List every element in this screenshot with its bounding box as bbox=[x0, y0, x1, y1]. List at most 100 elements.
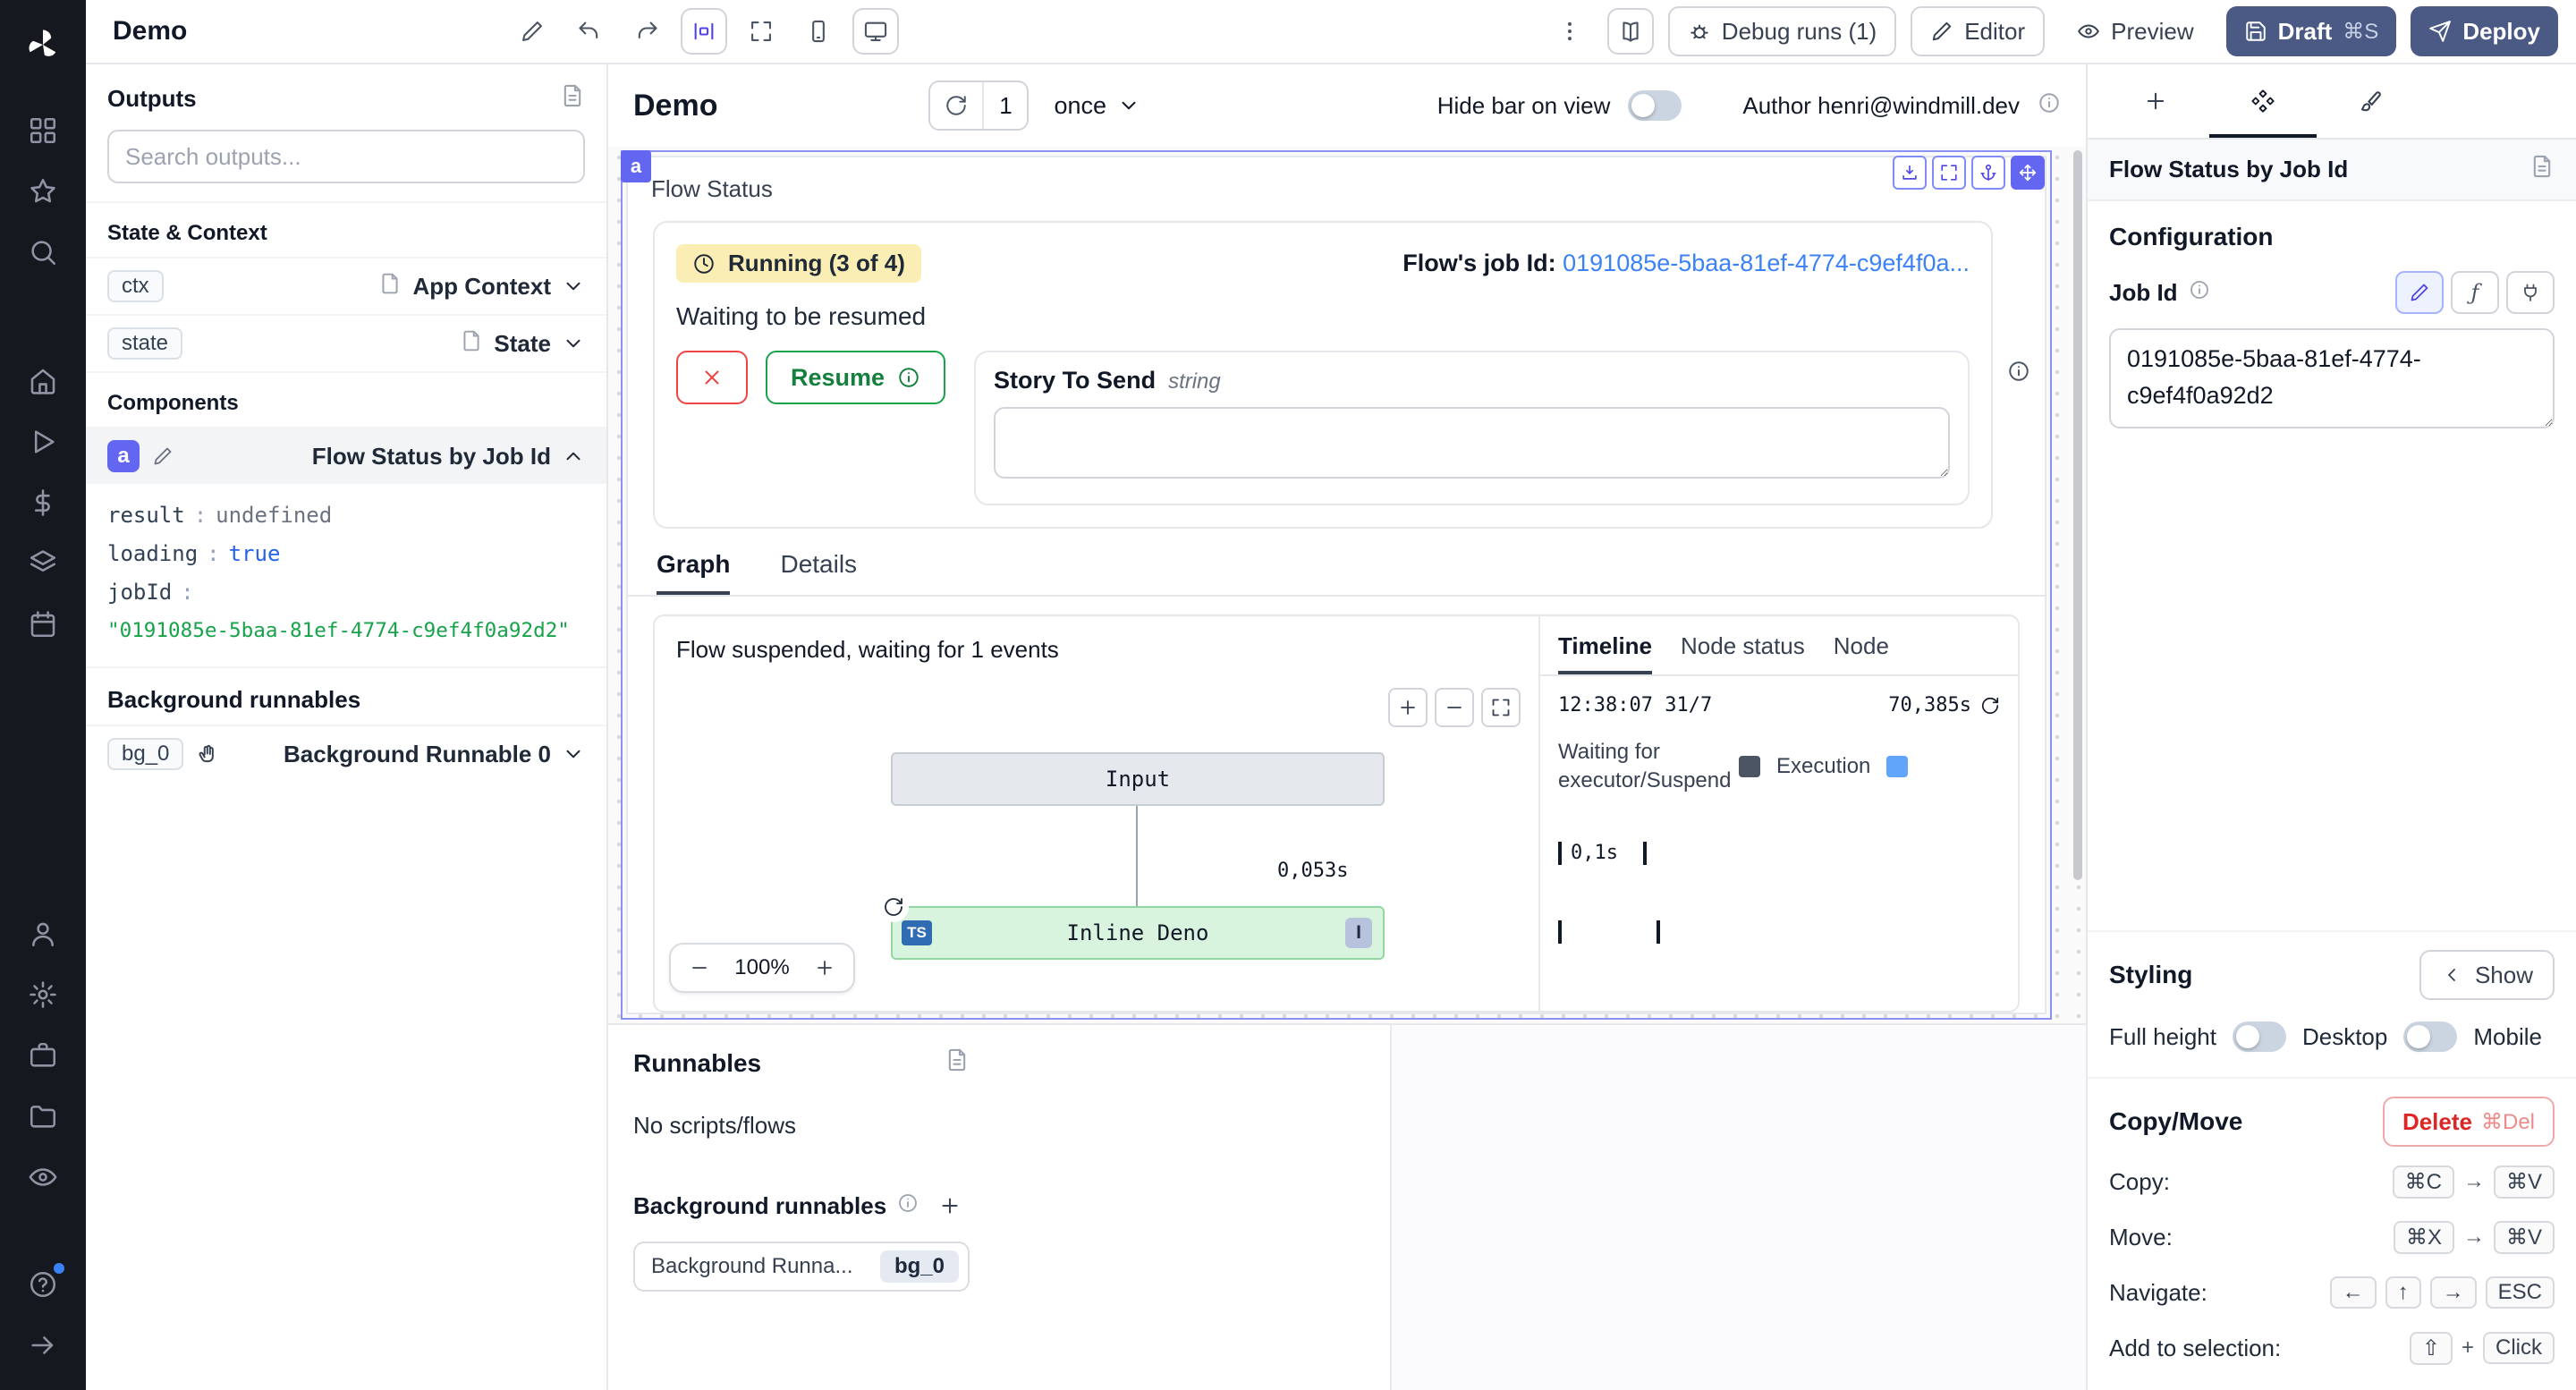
debug-runs-button[interactable]: Debug runs (1) bbox=[1668, 6, 1896, 56]
component-move-handle[interactable] bbox=[2011, 156, 2045, 190]
component-outline-toggle[interactable] bbox=[681, 8, 727, 55]
bg-runnables-info-icon[interactable] bbox=[897, 1192, 919, 1220]
rail-item-account[interactable] bbox=[13, 903, 73, 964]
editor-label: Editor bbox=[1964, 18, 2025, 46]
canvas-body[interactable]: a Flow Status bbox=[608, 147, 2086, 1023]
refresh-icon[interactable] bbox=[1980, 696, 2000, 716]
x-icon bbox=[700, 366, 724, 389]
full-height-toggle[interactable] bbox=[2233, 1021, 2286, 1052]
component-download-button[interactable] bbox=[1893, 156, 1927, 190]
tab-details[interactable]: Details bbox=[780, 550, 857, 595]
pencil-icon[interactable] bbox=[152, 445, 174, 467]
desktop-mobile-toggle[interactable] bbox=[2403, 1021, 2457, 1052]
interval-select[interactable]: once bbox=[1054, 92, 1140, 120]
rail-item-schedules[interactable] bbox=[13, 594, 73, 655]
component-outline-icon bbox=[691, 19, 716, 44]
chevron-up-icon[interactable] bbox=[562, 445, 585, 468]
tab-insert-component[interactable] bbox=[2102, 64, 2209, 138]
rail-item-runs[interactable] bbox=[13, 411, 73, 472]
redo-icon bbox=[634, 19, 659, 44]
rail-item-expand-sidebar[interactable] bbox=[13, 1315, 73, 1376]
static-input-mode-button[interactable] bbox=[2395, 271, 2444, 314]
windmill-logo[interactable] bbox=[13, 14, 73, 75]
fullscreen-button[interactable] bbox=[738, 8, 784, 55]
rail-item-folders[interactable] bbox=[13, 1086, 73, 1147]
selected-component-a[interactable]: a Flow Status bbox=[621, 150, 2052, 1020]
bg0-badge: bg_0 bbox=[107, 738, 183, 770]
logs-icon[interactable] bbox=[2529, 154, 2555, 185]
graph-zoom-in-button[interactable] bbox=[1388, 688, 1428, 727]
chevron-down-icon[interactable] bbox=[562, 275, 585, 298]
zoom-out-button[interactable] bbox=[674, 945, 724, 991]
deploy-button[interactable]: Deploy bbox=[2411, 6, 2558, 56]
story-input[interactable] bbox=[994, 407, 1950, 479]
redo-button[interactable] bbox=[623, 8, 670, 55]
eval-input-mode-button[interactable]: ƒ bbox=[2451, 271, 2499, 314]
deploy-label: Deploy bbox=[2462, 18, 2540, 46]
grid-icon bbox=[28, 115, 58, 146]
component-anchor-button[interactable] bbox=[1971, 156, 2005, 190]
editor-tab-button[interactable]: Editor bbox=[1911, 6, 2045, 56]
component-a-row[interactable]: a Flow Status by Job Id bbox=[86, 427, 606, 484]
rail-item-audit[interactable] bbox=[13, 1147, 73, 1208]
component-expand-button[interactable] bbox=[1932, 156, 1966, 190]
tab-timeline[interactable]: Timeline bbox=[1558, 632, 1652, 674]
tab-node-status[interactable]: Node status bbox=[1681, 632, 1805, 674]
tab-graph[interactable]: Graph bbox=[657, 550, 730, 595]
chevron-down-icon[interactable] bbox=[562, 742, 585, 766]
rail-item-apps[interactable] bbox=[13, 100, 73, 161]
chevron-down-icon[interactable] bbox=[562, 332, 585, 355]
smartphone-icon bbox=[806, 19, 831, 44]
delete-component-button[interactable]: Delete ⌘Del bbox=[2383, 1097, 2555, 1147]
resume-flow-button[interactable]: Resume bbox=[766, 351, 945, 404]
graph-fullscreen-button[interactable] bbox=[1481, 688, 1521, 727]
rail-item-variables[interactable] bbox=[13, 472, 73, 533]
ctx-label: App Context bbox=[412, 273, 551, 301]
flow-job-id-link[interactable]: 0191085e-5baa-81ef-4774-c9ef4f0a... bbox=[1563, 250, 1970, 276]
rail-item-favorites[interactable] bbox=[13, 161, 73, 222]
book-open-icon bbox=[1618, 19, 1643, 44]
desktop-view-button[interactable] bbox=[852, 8, 899, 55]
cancel-flow-button[interactable] bbox=[676, 351, 748, 404]
mobile-view-button[interactable] bbox=[795, 8, 842, 55]
background-runnable-row[interactable]: bg_0 Background Runnable 0 bbox=[86, 725, 606, 782]
jobid-info-icon[interactable] bbox=[2189, 279, 2210, 307]
rail-item-search[interactable] bbox=[13, 222, 73, 283]
undo-button[interactable] bbox=[566, 8, 613, 55]
flow-graph-view[interactable]: Flow suspended, waiting for 1 events Inp… bbox=[655, 616, 1538, 1011]
bg-runnable-item[interactable]: Background Runna... bg_0 bbox=[633, 1242, 970, 1292]
hide-bar-label: Hide bar on view bbox=[1437, 92, 1611, 120]
ctx-row[interactable]: ctx App Context bbox=[86, 257, 606, 314]
draft-button[interactable]: Draft ⌘S bbox=[2226, 6, 2397, 56]
state-row[interactable]: state State bbox=[86, 314, 606, 371]
tab-component-settings[interactable] bbox=[2209, 64, 2317, 138]
rail-item-workers[interactable] bbox=[13, 1025, 73, 1086]
graph-zoom-out-button[interactable] bbox=[1435, 688, 1474, 727]
flow-node-inline-deno[interactable]: TS Inline Deno I bbox=[891, 906, 1385, 960]
zoom-in-button[interactable] bbox=[800, 945, 850, 991]
rail-item-settings[interactable] bbox=[13, 964, 73, 1025]
show-styling-button[interactable]: Show bbox=[2419, 950, 2555, 1000]
search-outputs-input[interactable] bbox=[107, 130, 585, 183]
docs-button[interactable] bbox=[1607, 8, 1654, 55]
suspend-info-icon[interactable] bbox=[2007, 357, 2030, 390]
jobid-value-input[interactable]: 0191085e-5baa-81ef-4774-c9ef4f0a92d2 bbox=[2109, 328, 2555, 428]
tab-node[interactable]: Node bbox=[1834, 632, 1889, 674]
timeline-panel: Timeline Node status Node 12:38:07 31/7 … bbox=[1538, 616, 2018, 1011]
refresh-button[interactable] bbox=[930, 82, 984, 129]
more-menu-button[interactable] bbox=[1546, 8, 1593, 55]
add-bg-runnable-button[interactable] bbox=[930, 1186, 970, 1225]
canvas-scrollbar[interactable] bbox=[2073, 150, 2082, 880]
author-info-icon[interactable] bbox=[2038, 91, 2061, 121]
rail-item-home[interactable] bbox=[13, 351, 73, 411]
tab-global-styling[interactable] bbox=[2317, 64, 2424, 138]
preview-tab-button[interactable]: Preview bbox=[2059, 6, 2211, 56]
rail-item-help[interactable] bbox=[13, 1254, 73, 1315]
connect-input-mode-button[interactable] bbox=[2506, 271, 2555, 314]
runnables-log-icon[interactable] bbox=[945, 1047, 970, 1080]
rename-app-button[interactable] bbox=[509, 8, 555, 55]
rail-item-resources[interactable] bbox=[13, 533, 73, 594]
flow-node-input[interactable]: Input bbox=[891, 752, 1385, 806]
hide-bar-toggle[interactable] bbox=[1628, 90, 1682, 121]
outputs-log-icon[interactable] bbox=[560, 82, 585, 115]
